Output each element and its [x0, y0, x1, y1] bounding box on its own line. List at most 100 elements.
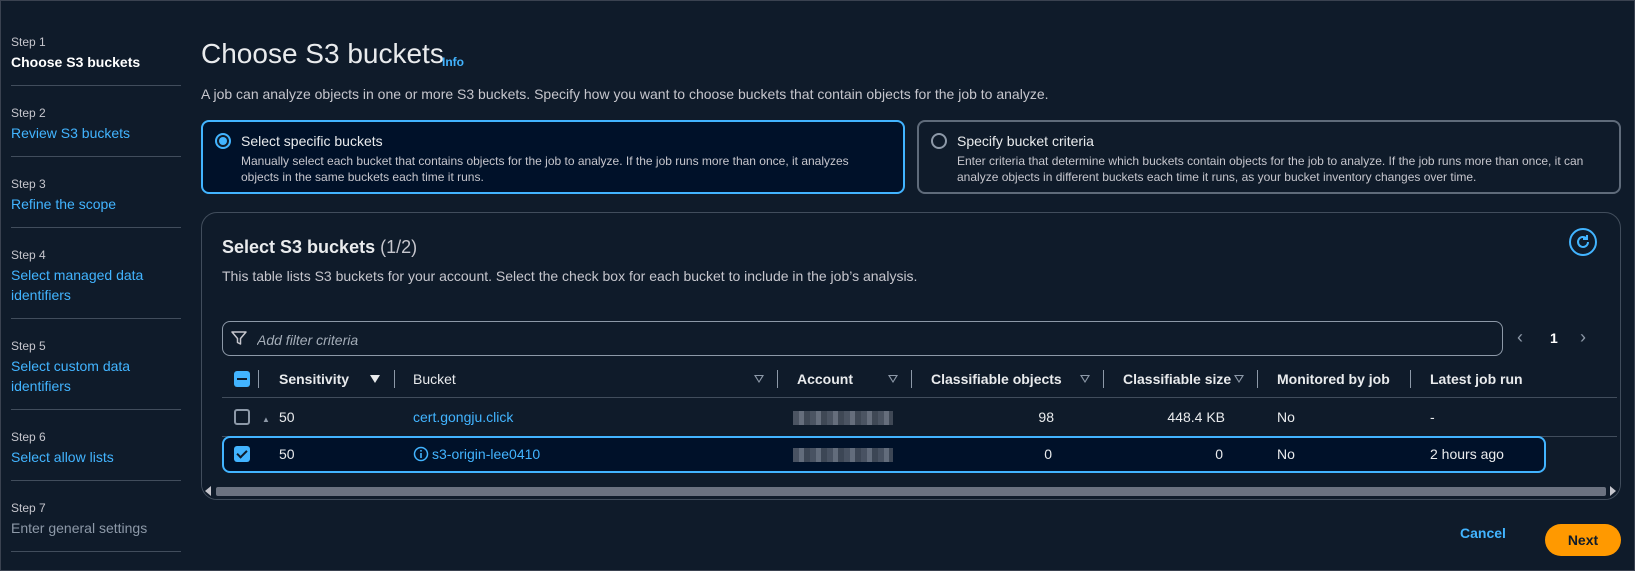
pagination: ‹ 1 › — [1517, 327, 1607, 349]
sort-icon[interactable] — [1080, 375, 1090, 383]
expand-caret-icon[interactable]: ▲ — [262, 415, 270, 424]
account-id-redacted — [793, 411, 893, 425]
step-number: Step 6 — [11, 430, 46, 444]
buckets-table-container: Select S3 buckets (1/2) This table lists… — [201, 212, 1621, 500]
step-3: Step 3 Refine the scope — [11, 157, 181, 228]
filter-icon — [231, 331, 247, 345]
classifiable-size: 0 — [1215, 446, 1223, 462]
sort-descending-icon[interactable] — [370, 375, 380, 383]
column-label: Classifiable size — [1123, 371, 1232, 387]
filter-bar[interactable] — [222, 321, 1503, 357]
page-title: Choose S3 buckets — [201, 38, 444, 69]
step-link-managed-identifiers[interactable]: Select managed data identifiers — [11, 265, 161, 305]
next-button[interactable]: Next — [1545, 524, 1621, 556]
classifiable-objects: 0 — [1044, 446, 1052, 462]
column-header-bucket[interactable]: Bucket — [413, 361, 456, 397]
radio-button-unselected[interactable] — [931, 133, 947, 149]
column-header-classifiable-objects[interactable]: Classifiable objects — [931, 361, 1062, 397]
step-5: Step 5 Select custom data identifiers — [11, 319, 181, 410]
column-divider — [1410, 370, 1411, 388]
table-selected-count: (1/2) — [380, 237, 418, 257]
latest-job-run: - — [1430, 409, 1435, 425]
column-label: Sensitivity — [279, 371, 350, 387]
sensitivity-score: 50 — [279, 446, 295, 462]
classifiable-objects: 98 — [1038, 409, 1054, 425]
column-divider — [1103, 370, 1104, 388]
table-title-text: Select S3 buckets — [222, 237, 376, 257]
radio-button-selected[interactable] — [215, 133, 231, 149]
step-number: Step 4 — [11, 248, 46, 262]
option-label: Select specific buckets — [241, 133, 383, 149]
step-6: Step 6 Select allow lists — [11, 410, 181, 481]
info-link[interactable]: Info — [442, 55, 464, 69]
column-header-account[interactable]: Account — [797, 361, 853, 397]
step-number: Step 3 — [11, 177, 46, 191]
column-header-monitored-by-job[interactable]: Monitored by job — [1277, 361, 1390, 397]
next-page-icon[interactable]: › — [1580, 327, 1586, 348]
option-label: Specify bucket criteria — [957, 133, 1094, 149]
scrollbar-thumb[interactable] — [216, 487, 1606, 496]
scroll-right-icon[interactable] — [1610, 486, 1616, 496]
step-title-general-settings: Enter general settings — [11, 520, 148, 536]
column-divider — [777, 370, 778, 388]
sensitivity-score: 50 — [279, 409, 295, 425]
row-checkbox-checked[interactable] — [234, 446, 250, 462]
column-label: Classifiable objects — [931, 371, 1062, 387]
row-checkbox[interactable] — [234, 409, 250, 425]
option-select-specific-buckets[interactable]: Select specific buckets Manually select … — [201, 120, 905, 194]
option-description: Manually select each bucket that contain… — [241, 154, 849, 184]
cancel-button[interactable]: Cancel — [1460, 525, 1506, 541]
horizontal-scrollbar[interactable] — [202, 483, 1620, 499]
table-description: This table lists S3 buckets for your acc… — [222, 268, 918, 284]
column-label: Latest job run — [1430, 371, 1523, 387]
step-number: Step 5 — [11, 339, 46, 353]
refresh-button[interactable] — [1569, 228, 1597, 256]
table-title: Select S3 buckets (1/2) — [222, 237, 417, 258]
step-number: Step 7 — [11, 501, 46, 515]
column-header-latest-job-run[interactable]: Latest job run — [1430, 361, 1523, 397]
select-all-checkbox[interactable] — [234, 371, 250, 387]
info-circle-icon[interactable] — [413, 446, 429, 462]
column-divider — [911, 370, 912, 388]
step-title-current: Choose S3 buckets — [11, 54, 141, 70]
step-link-review-buckets[interactable]: Review S3 buckets — [11, 123, 130, 143]
column-divider — [1257, 370, 1258, 388]
table-row-selected[interactable]: 50 s3-origin-lee0410 0 0 No 2 hours ago — [222, 436, 1546, 473]
scroll-left-icon[interactable] — [205, 486, 211, 496]
bucket-link[interactable]: cert.gongju.click — [413, 399, 513, 436]
latest-job-run: 2 hours ago — [1430, 446, 1504, 462]
filter-input[interactable] — [255, 322, 1489, 357]
refresh-icon — [1577, 235, 1589, 248]
option-description: Enter criteria that determine which buck… — [957, 154, 1584, 184]
step-2: Step 2 Review S3 buckets — [11, 86, 181, 157]
monitored-by-job: No — [1277, 409, 1295, 425]
page-description: A job can analyze objects in one or more… — [201, 86, 1049, 102]
step-number: Step 2 — [11, 106, 46, 120]
sort-icon[interactable] — [1234, 375, 1244, 383]
account-id-redacted — [793, 448, 893, 462]
column-divider — [394, 370, 395, 388]
table-header-row: Sensitivity Bucket Account Classifiable … — [222, 361, 1617, 398]
bucket-link[interactable]: s3-origin-lee0410 — [432, 436, 540, 473]
column-header-classifiable-size[interactable]: Classifiable size — [1123, 361, 1231, 397]
column-divider — [258, 370, 259, 388]
step-link-allow-lists[interactable]: Select allow lists — [11, 447, 114, 467]
sort-icon[interactable] — [754, 375, 764, 383]
monitored-by-job: No — [1277, 446, 1295, 462]
previous-page-icon[interactable]: ‹ — [1517, 327, 1523, 348]
wizard-steps-nav: Step 1 Choose S3 buckets Step 2 Review S… — [11, 28, 181, 552]
column-header-sensitivity[interactable]: Sensitivity — [279, 361, 349, 397]
step-number: Step 1 — [11, 35, 46, 49]
step-link-custom-identifiers[interactable]: Select custom data identifiers — [11, 356, 161, 396]
option-specify-bucket-criteria[interactable]: Specify bucket criteria Enter criteria t… — [917, 120, 1621, 194]
step-link-refine-scope[interactable]: Refine the scope — [11, 194, 116, 214]
current-page-number[interactable]: 1 — [1550, 330, 1558, 346]
step-7: Step 7 Enter general settings — [11, 481, 181, 552]
step-4: Step 4 Select managed data identifiers — [11, 228, 181, 319]
column-label: Bucket — [413, 371, 456, 387]
step-1: Step 1 Choose S3 buckets — [11, 28, 181, 86]
classifiable-size: 448.4 KB — [1167, 409, 1225, 425]
table-row[interactable]: ▲ 50 cert.gongju.click 98 448.4 KB No - — [222, 399, 1617, 437]
sort-icon[interactable] — [888, 375, 898, 383]
column-label: Monitored by job — [1277, 371, 1390, 387]
